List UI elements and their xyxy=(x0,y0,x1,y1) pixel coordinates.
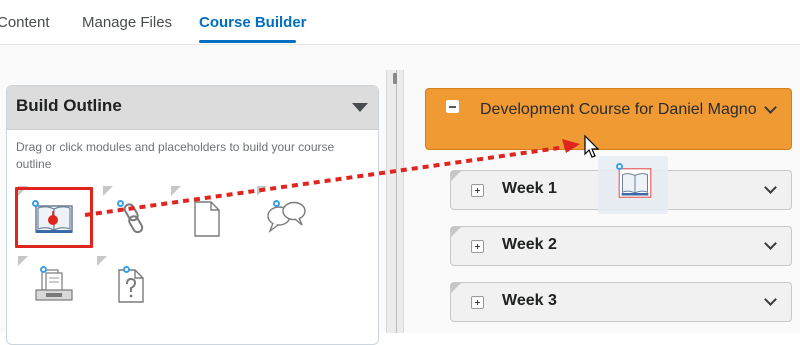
discussion-icon xyxy=(267,201,306,233)
week-label: Week 1 xyxy=(502,180,557,197)
tool-link[interactable] xyxy=(103,186,159,242)
tool-quiz[interactable] xyxy=(97,256,153,312)
tool-corner xyxy=(171,186,181,196)
tool-status-dot xyxy=(616,163,623,170)
tool-corner xyxy=(257,186,267,196)
course-title: Development Course for Daniel Magno xyxy=(480,101,757,118)
tab-course-builder[interactable]: Course Builder xyxy=(199,14,307,31)
file-icon xyxy=(194,201,220,237)
week-label: Week 3 xyxy=(502,292,557,309)
node-corner xyxy=(451,227,461,237)
node-corner xyxy=(451,283,461,293)
chevron-down-icon[interactable] xyxy=(764,293,777,306)
tab-bar: Content Manage Files Course Builder xyxy=(0,0,800,45)
highlight-box xyxy=(15,187,93,248)
collapse-panel-button[interactable] xyxy=(352,103,368,112)
chevron-down-icon[interactable] xyxy=(764,237,777,250)
tool-corner xyxy=(97,256,107,266)
tool-status-dot xyxy=(123,266,130,273)
drag-ghost xyxy=(598,156,668,214)
expand-icon[interactable] xyxy=(471,184,484,197)
splitter-line xyxy=(396,70,397,333)
panel-header: Build Outline xyxy=(7,86,378,130)
node-corner xyxy=(451,171,461,181)
tool-discussion[interactable] xyxy=(257,186,313,242)
tool-dropbox[interactable] xyxy=(18,256,74,312)
module-book-icon xyxy=(618,168,652,198)
link-icon xyxy=(123,203,144,234)
course-node[interactable]: Development Course for Daniel Magno xyxy=(425,88,792,150)
splitter-grip-icon[interactable] xyxy=(393,73,397,84)
tool-status-dot xyxy=(40,266,47,273)
tool-status-dot xyxy=(117,200,124,207)
collapse-icon[interactable] xyxy=(446,100,459,113)
tool-corner xyxy=(18,256,28,266)
panel-splitter[interactable] xyxy=(386,70,404,333)
panel-description: Drag or click modules and placeholders t… xyxy=(16,140,335,171)
week-node[interactable]: Week 2 xyxy=(450,226,792,266)
tool-corner xyxy=(103,186,113,196)
expand-icon[interactable] xyxy=(471,296,484,309)
dropbox-icon xyxy=(35,269,73,301)
chevron-down-icon[interactable] xyxy=(764,181,777,194)
tool-file[interactable] xyxy=(171,186,227,242)
week-label: Week 2 xyxy=(502,236,557,253)
chevron-down-icon[interactable] xyxy=(764,101,777,114)
week-node[interactable]: Week 3 xyxy=(450,282,792,322)
tool-status-dot xyxy=(273,200,280,207)
quiz-icon xyxy=(118,269,144,303)
panel-title: Build Outline xyxy=(16,96,122,115)
tab-manage-files[interactable]: Manage Files xyxy=(82,14,172,31)
tab-content[interactable]: Content xyxy=(0,14,50,31)
expand-icon[interactable] xyxy=(471,240,484,253)
active-tab-indicator xyxy=(199,40,296,43)
